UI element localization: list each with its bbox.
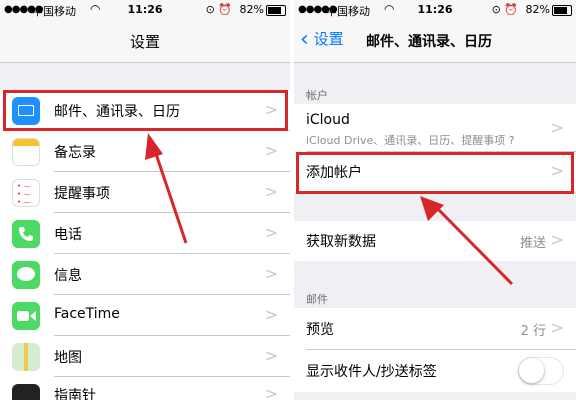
pointer-arrow (420, 196, 514, 286)
settings-screen: ●●●●● 中国移动 ◠ 11:26 ⊙ ⏰ 82% 设置 邮件、通讯录、日历 … (0, 0, 290, 400)
pointer-arrow (145, 133, 188, 244)
mail-contacts-calendars-screen: ●●●●● 中国移动 ◠ 11:26 ⊙ ⏰ 82% ‹ 设置 邮件、通讯录、日… (294, 0, 576, 400)
